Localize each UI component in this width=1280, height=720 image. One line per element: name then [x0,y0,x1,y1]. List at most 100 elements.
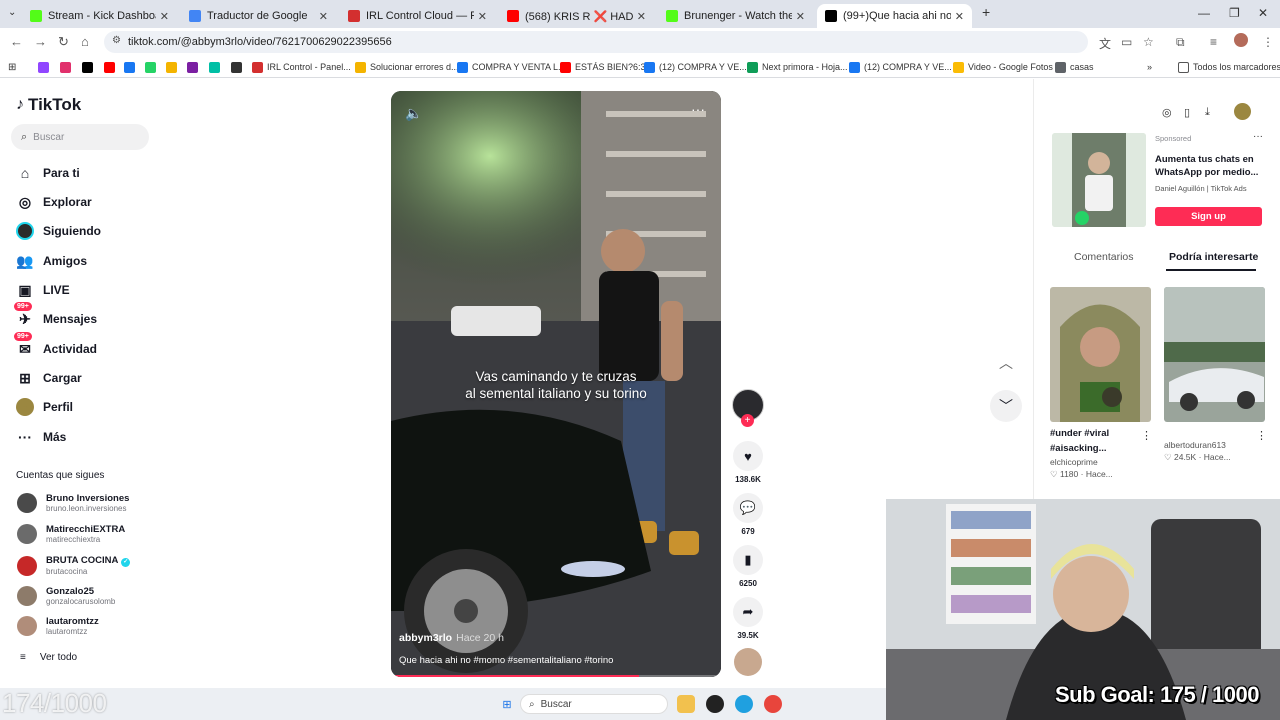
bookmark-item[interactable] [38,60,53,74]
bookmark-item[interactable] [60,60,75,74]
card-user[interactable]: elchicoprime [1050,457,1151,467]
bookmark-item[interactable]: casas [1055,60,1094,74]
site-info-icon[interactable]: ⚙ [112,35,121,46]
cast-icon[interactable]: ▭ [1121,35,1132,49]
browser-tab[interactable]: Traductor de Google ✕ [181,4,336,28]
media-controls-icon[interactable]: ≡ [1210,35,1217,49]
home-icon[interactable]: ⌂ [81,34,89,49]
close-window-icon[interactable]: ✕ [1258,6,1268,20]
device-icon[interactable]: ▯ [1184,106,1190,119]
chrome-icon[interactable] [764,695,782,713]
card-thumbnail[interactable] [1050,287,1151,422]
recommended-card-1[interactable]: #under #viral #aisacking... elchicoprime… [1050,287,1151,480]
next-video-button[interactable]: ﹀ [990,390,1022,422]
obs-icon[interactable] [706,695,724,713]
ad-advertiser[interactable]: Daniel Aguillón | TikTok Ads [1155,184,1247,193]
browser-tab[interactable]: Stream - Kick Dashboard ✕ [22,4,177,28]
bookmark-item[interactable] [209,60,224,74]
sidebar-item-perfil[interactable]: ● Perfil [16,398,73,416]
volume-icon[interactable]: 🔈 [405,105,422,122]
card-thumbnail[interactable] [1164,287,1265,422]
sidebar-item-amigos[interactable]: 👥 Amigos [16,252,87,270]
back-icon[interactable]: ← [10,34,23,49]
following-account[interactable]: Bruno Inversiones bruno.leon.inversiones [17,493,129,513]
tab-close-icon[interactable]: ✕ [319,10,328,23]
video-player[interactable]: 🔈 ··· Vas caminando y te cruzas al semen… [391,91,721,677]
ad-more-icon[interactable]: ··· [1253,131,1263,142]
video-progress-bar[interactable] [391,675,721,677]
ad-signup-button[interactable]: Sign up [1155,207,1262,226]
menu-kebab-icon[interactable]: ⋮ [1262,35,1274,49]
music-disc-icon[interactable] [734,648,762,676]
maximize-icon[interactable]: ❐ [1229,6,1240,20]
ad-thumbnail[interactable] [1052,133,1146,227]
more-bookmarks-chevron[interactable]: » [1147,60,1152,74]
tab-search-icon[interactable]: ⌄ [8,7,16,18]
card-1-more-icon[interactable]: ⋮ [1141,429,1152,442]
bookmark-item[interactable] [231,60,246,74]
tab-comments[interactable]: Comentarios [1074,251,1134,263]
new-tab-button[interactable]: + [982,4,990,20]
browser-tab[interactable]: (99+)Que hacia ahi no #momo ✕ [817,4,972,28]
bookmark-item[interactable]: COMPRA Y VENTA L... [457,60,566,74]
profile-avatar[interactable] [1234,33,1248,47]
sidebar-item-actividad[interactable]: ✉ 99+ Actividad [14,332,97,358]
bookmark-icon[interactable]: ▮ [733,545,763,575]
comment-action[interactable]: 💬 679 [732,493,764,536]
bookmark-item[interactable] [104,60,119,74]
bookmark-item[interactable] [124,60,139,74]
sidebar-item-cargar[interactable]: ⊞ Cargar [16,369,82,387]
sidebar-item-siguiendo[interactable]: ● Siguiendo [16,222,101,240]
windows-start-icon[interactable]: ⊞ [498,695,516,713]
search-input[interactable]: ⌕ Buscar [11,124,149,150]
ad-title[interactable]: Aumenta tus chats en WhatsApp por medio.… [1155,153,1270,179]
tab-close-icon[interactable]: ✕ [160,10,169,23]
reload-icon[interactable]: ↻ [58,34,69,50]
video-more-icon[interactable]: ··· [691,101,705,117]
bookmark-star-icon[interactable]: ☆ [1143,35,1154,49]
bookmark-item[interactable] [82,60,97,74]
extensions-icon[interactable]: ⧉ [1176,35,1185,50]
share-icon[interactable]: ➦ [733,597,763,627]
tiktok-logo[interactable]: ♪ TikTok [16,95,81,115]
card-user[interactable]: albertoduran613 [1164,440,1265,450]
download-icon[interactable]: ⤓ [1205,106,1210,119]
heart-icon[interactable]: ♥ [733,441,763,471]
forward-icon[interactable]: → [34,34,47,49]
minimize-icon[interactable]: — [1198,6,1210,20]
video-author[interactable]: abbym3rlo Hace 20 h [399,632,504,644]
bookmark-item[interactable] [145,60,160,74]
bookmark-item[interactable]: Next primora - Hoja... [747,60,848,74]
file-explorer-icon[interactable] [677,695,695,713]
follow-plus-button[interactable]: + [741,414,754,427]
bookmark-item[interactable]: ESTÁS BIEN?6:33 [560,60,651,74]
card-2-more-icon[interactable]: ⋮ [1256,429,1267,442]
taskbar-search[interactable]: ⌕ Buscar [520,694,668,714]
sidebar-item-explorar[interactable]: ◎ Explorar [16,193,92,211]
url-field[interactable]: ⚙ tiktok.com/@abbym3rlo/video/7621700629… [104,31,1088,53]
edge-icon[interactable] [735,695,753,713]
browser-tab[interactable]: (568) KRIS R ❌ HADES 66 - TR ✕ [499,4,654,28]
tab-close-icon[interactable]: ✕ [637,10,646,23]
browser-tab[interactable]: Brunenger - Watch the VOD on ✕ [658,4,813,28]
bookmark-item[interactable] [187,60,202,74]
sidebar-item-live[interactable]: ▣ LIVE [16,281,69,299]
browser-tab[interactable]: IRL Control Cloud — Panel de C ✕ [340,4,495,28]
previous-video-button[interactable]: ︿ [990,347,1022,379]
sidebar-item-más[interactable]: ··· Más [16,428,66,446]
tab-close-icon[interactable]: ✕ [796,10,805,23]
like-action[interactable]: ♥ 138.6K [732,441,764,484]
save-action[interactable]: ▮ 6250 [732,545,764,588]
bookmark-item[interactable]: (12) COMPRA Y VE... [849,60,952,74]
bookmark-item[interactable]: Solucionar errores d... [355,60,459,74]
comment-icon[interactable]: 💬 [733,493,763,523]
bookmark-item[interactable] [166,60,181,74]
recommended-card-2[interactable]: albertoduran613 ♡ 24.5K · Hace... [1164,287,1265,463]
share-action[interactable]: ➦ 39.5K [732,597,764,640]
sidebar-item-para-ti[interactable]: ⌂ Para ti [16,164,80,182]
see-all-link[interactable]: ≡ Ver todo [20,652,77,663]
following-account[interactable]: BRUTA COCINA ✓ brutacocina [17,555,131,576]
compass-small-icon[interactable]: ◎ [1162,106,1172,119]
bookmark-item[interactable]: Video - Google Fotos [953,60,1053,74]
following-account[interactable]: lautaromtzz lautaromtzz [17,616,99,636]
